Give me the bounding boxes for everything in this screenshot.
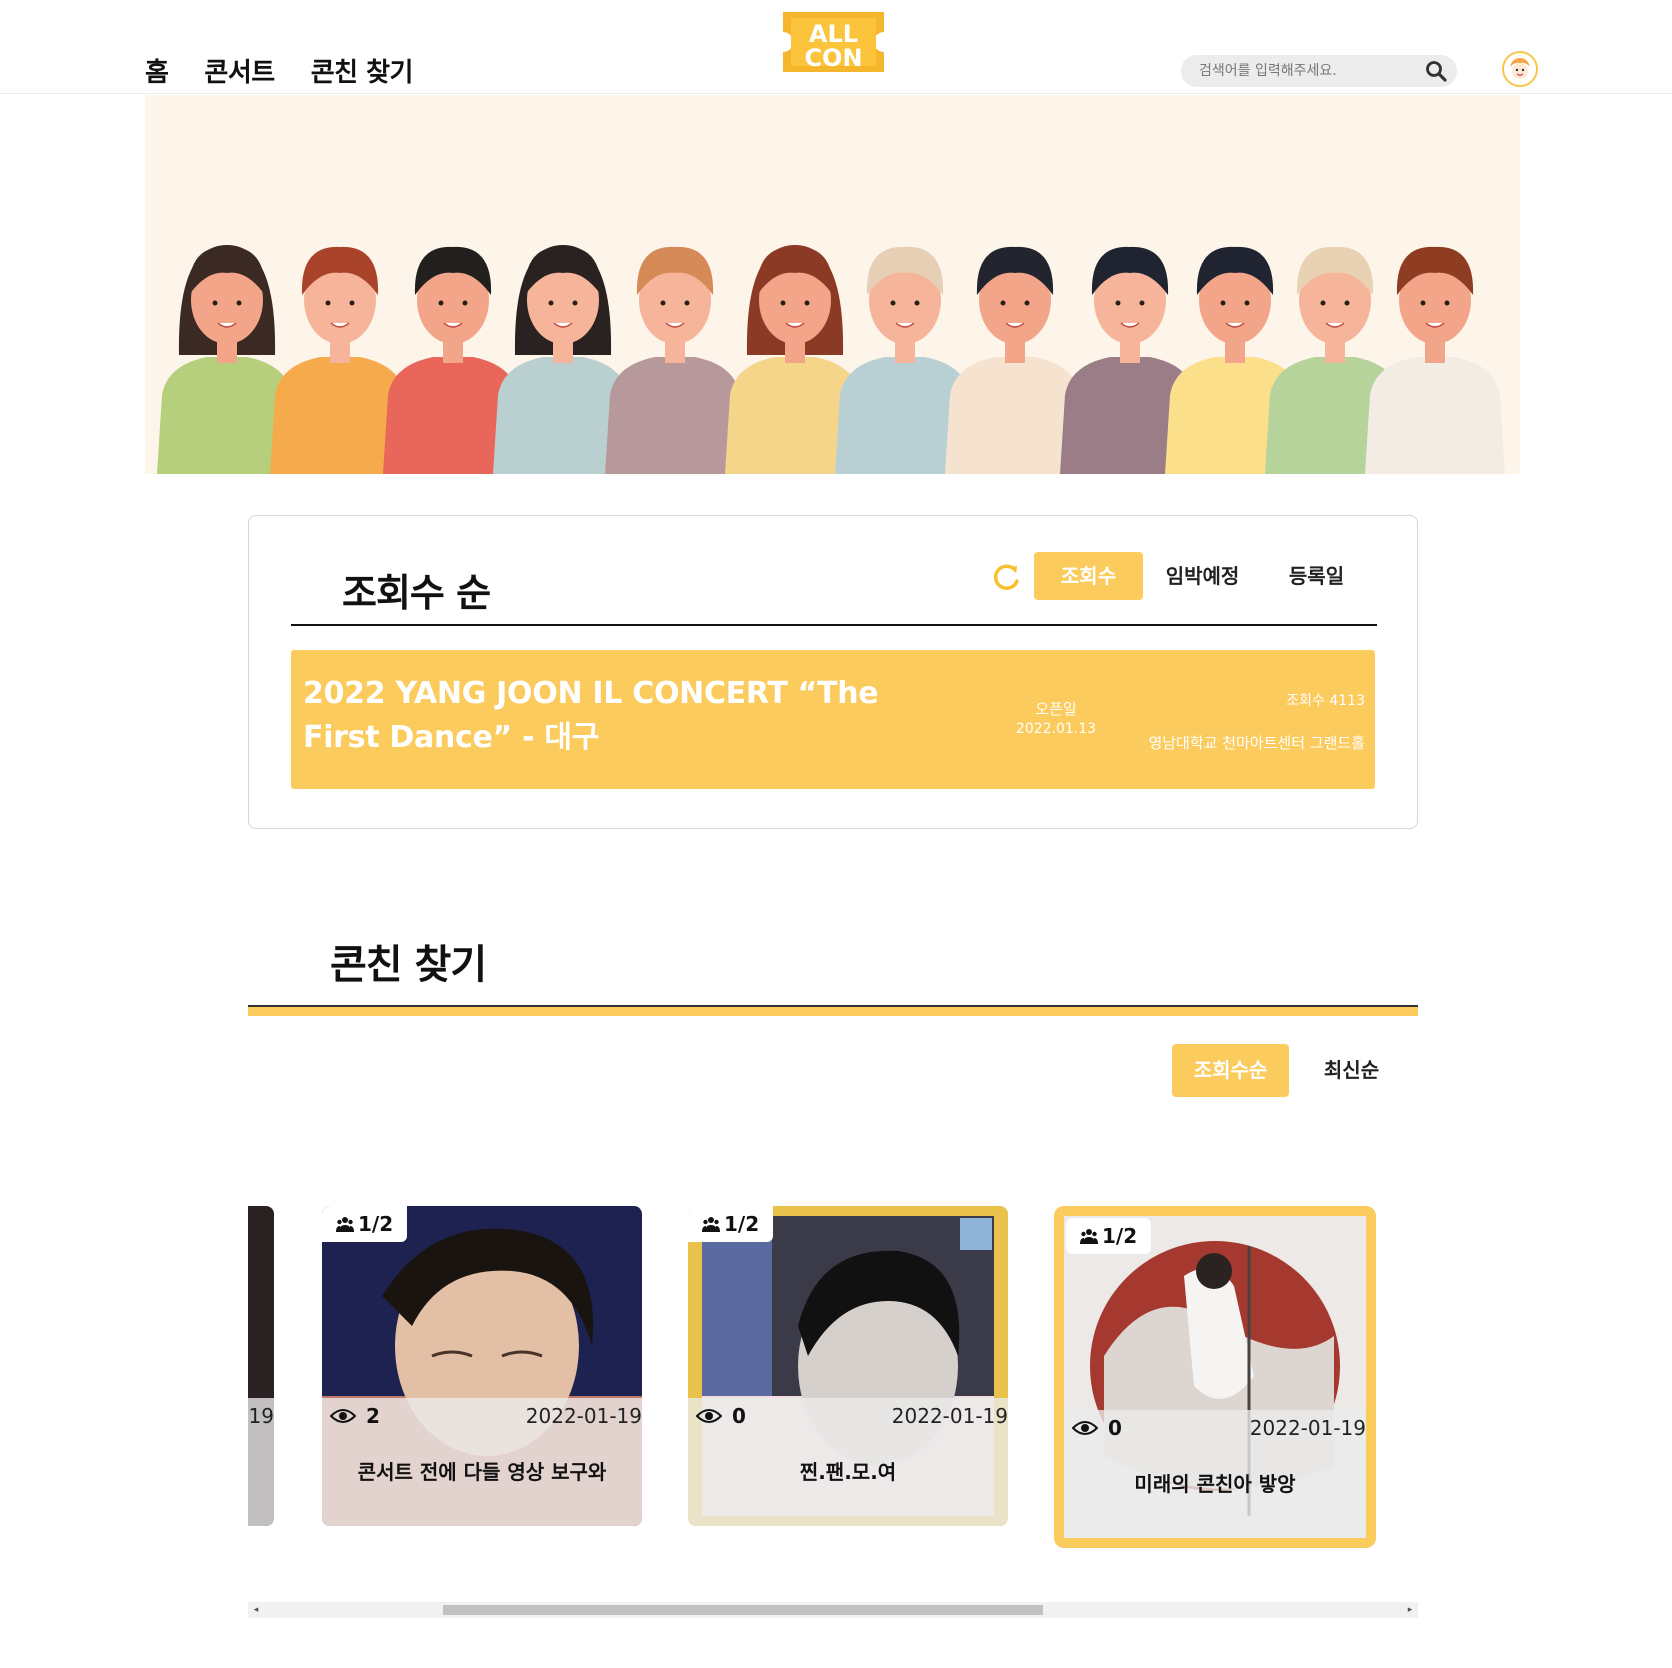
concert-venue: 영남대학교 천마아트센터 그랜드홀 (1148, 734, 1365, 752)
card-date: -19 (248, 1404, 274, 1428)
hero-banner (145, 95, 1520, 474)
card-date: 2022-01-19 (891, 1404, 1008, 1428)
group-icon (702, 1217, 720, 1232)
open-date: 2022.01.13 (1015, 721, 1097, 737)
members-count: 1/2 (724, 1212, 760, 1236)
ranking-panel: 조회수 순 조회수 임박예정 등록일 2022 YANG JOON IL CON… (248, 515, 1418, 829)
crowd-person (605, 246, 745, 474)
search-input[interactable] (1199, 55, 1419, 87)
tab-views[interactable]: 조회수 (1034, 552, 1143, 600)
card-date: 2022-01-19 (1249, 1416, 1366, 1440)
top-header: 홈 콘서트 콘친 찾기 ALL CON (0, 0, 1672, 94)
nav-concert[interactable]: 콘서트 (204, 52, 275, 89)
crowd-person (1365, 246, 1505, 474)
konchin-sort: 조회수순 최신순 (1172, 1044, 1410, 1097)
card-views: 0 (1108, 1416, 1122, 1440)
ranking-divider (291, 624, 1377, 626)
search-bar (1181, 55, 1457, 87)
card-date: 2022-01-19 (525, 1404, 642, 1428)
members-count: 1/2 (358, 1212, 394, 1236)
ranking-tabs: 조회수 임박예정 등록일 (1034, 552, 1376, 600)
members-badge: 1/2 (322, 1206, 408, 1242)
nav-find-concert-friends[interactable]: 콘친 찾기 (311, 52, 414, 89)
card-title: 찐.팬.모.여 (799, 1460, 897, 1484)
refresh-icon[interactable] (991, 561, 1023, 593)
card-title: 미래의 콘친아 밯앙 (1134, 1472, 1296, 1496)
card-views: 0 (732, 1404, 746, 1428)
crowd-illustration (157, 245, 1505, 474)
members-badge: 1/2 (688, 1206, 774, 1242)
konchin-carousel: -19 1/2 2 2022-01-19 콘서트 전에 다들 영상 보구와 (248, 1200, 1418, 1550)
konchin-card[interactable]: 1/2 0 2022-01-19 찐.팬.모.여 (688, 1206, 1008, 1526)
eye-icon (696, 1409, 722, 1423)
members-badge: 1/2 (1066, 1218, 1152, 1254)
concert-name: 2022 YANG JOON IL CONCERT “The First Dan… (303, 676, 879, 755)
scroll-thumb[interactable] (443, 1605, 1043, 1615)
eye-icon (330, 1409, 356, 1423)
konchin-card-selected[interactable]: 1/2 0 2022-01-19 미래의 콘친아 밯앙 (1054, 1206, 1376, 1548)
allcon-logo[interactable]: ALL CON (777, 8, 890, 76)
scroll-left-arrow-icon[interactable]: ◂ (248, 1602, 264, 1618)
konchin-title: 콘친 찾기 (330, 942, 487, 988)
tab-upcoming[interactable]: 임박예정 (1148, 552, 1257, 600)
members-count: 1/2 (1102, 1224, 1138, 1248)
scroll-right-arrow-icon[interactable]: ▸ (1402, 1602, 1418, 1618)
eye-icon (1072, 1421, 1098, 1435)
konchin-accent-bar (248, 1007, 1418, 1016)
logo-line2: CON (804, 44, 862, 72)
sort-by-latest-button[interactable]: 최신순 (1293, 1044, 1410, 1097)
card-views: 2 (366, 1404, 380, 1428)
group-icon (336, 1217, 354, 1232)
concert-views: 조회수 4113 (1286, 693, 1365, 709)
carousel-scrollbar[interactable]: ◂ ▸ (248, 1602, 1418, 1618)
nav-home[interactable]: 홈 (145, 52, 169, 89)
user-avatar[interactable] (1502, 51, 1538, 87)
search-icon[interactable] (1425, 60, 1447, 82)
card-title: 콘서트 전에 다들 영상 보구와 (357, 1460, 607, 1484)
konchin-card[interactable]: 1/2 2 2022-01-19 콘서트 전에 다들 영상 보구와 (322, 1206, 642, 1526)
tab-registered[interactable]: 등록일 (1262, 552, 1371, 600)
ranking-concert-item[interactable]: 2022 YANG JOON IL CONCERT “The First Dan… (291, 650, 1375, 789)
ranking-title: 조회수 순 (342, 571, 491, 615)
group-icon (1080, 1229, 1098, 1244)
konchin-card-partial[interactable]: -19 (248, 1206, 274, 1526)
avatar-face-icon (1505, 54, 1535, 84)
sort-by-views-button[interactable]: 조회수순 (1172, 1044, 1289, 1097)
main-nav: 홈 콘서트 콘친 찾기 (145, 52, 413, 89)
open-date-label: 오픈일 (1035, 700, 1077, 718)
